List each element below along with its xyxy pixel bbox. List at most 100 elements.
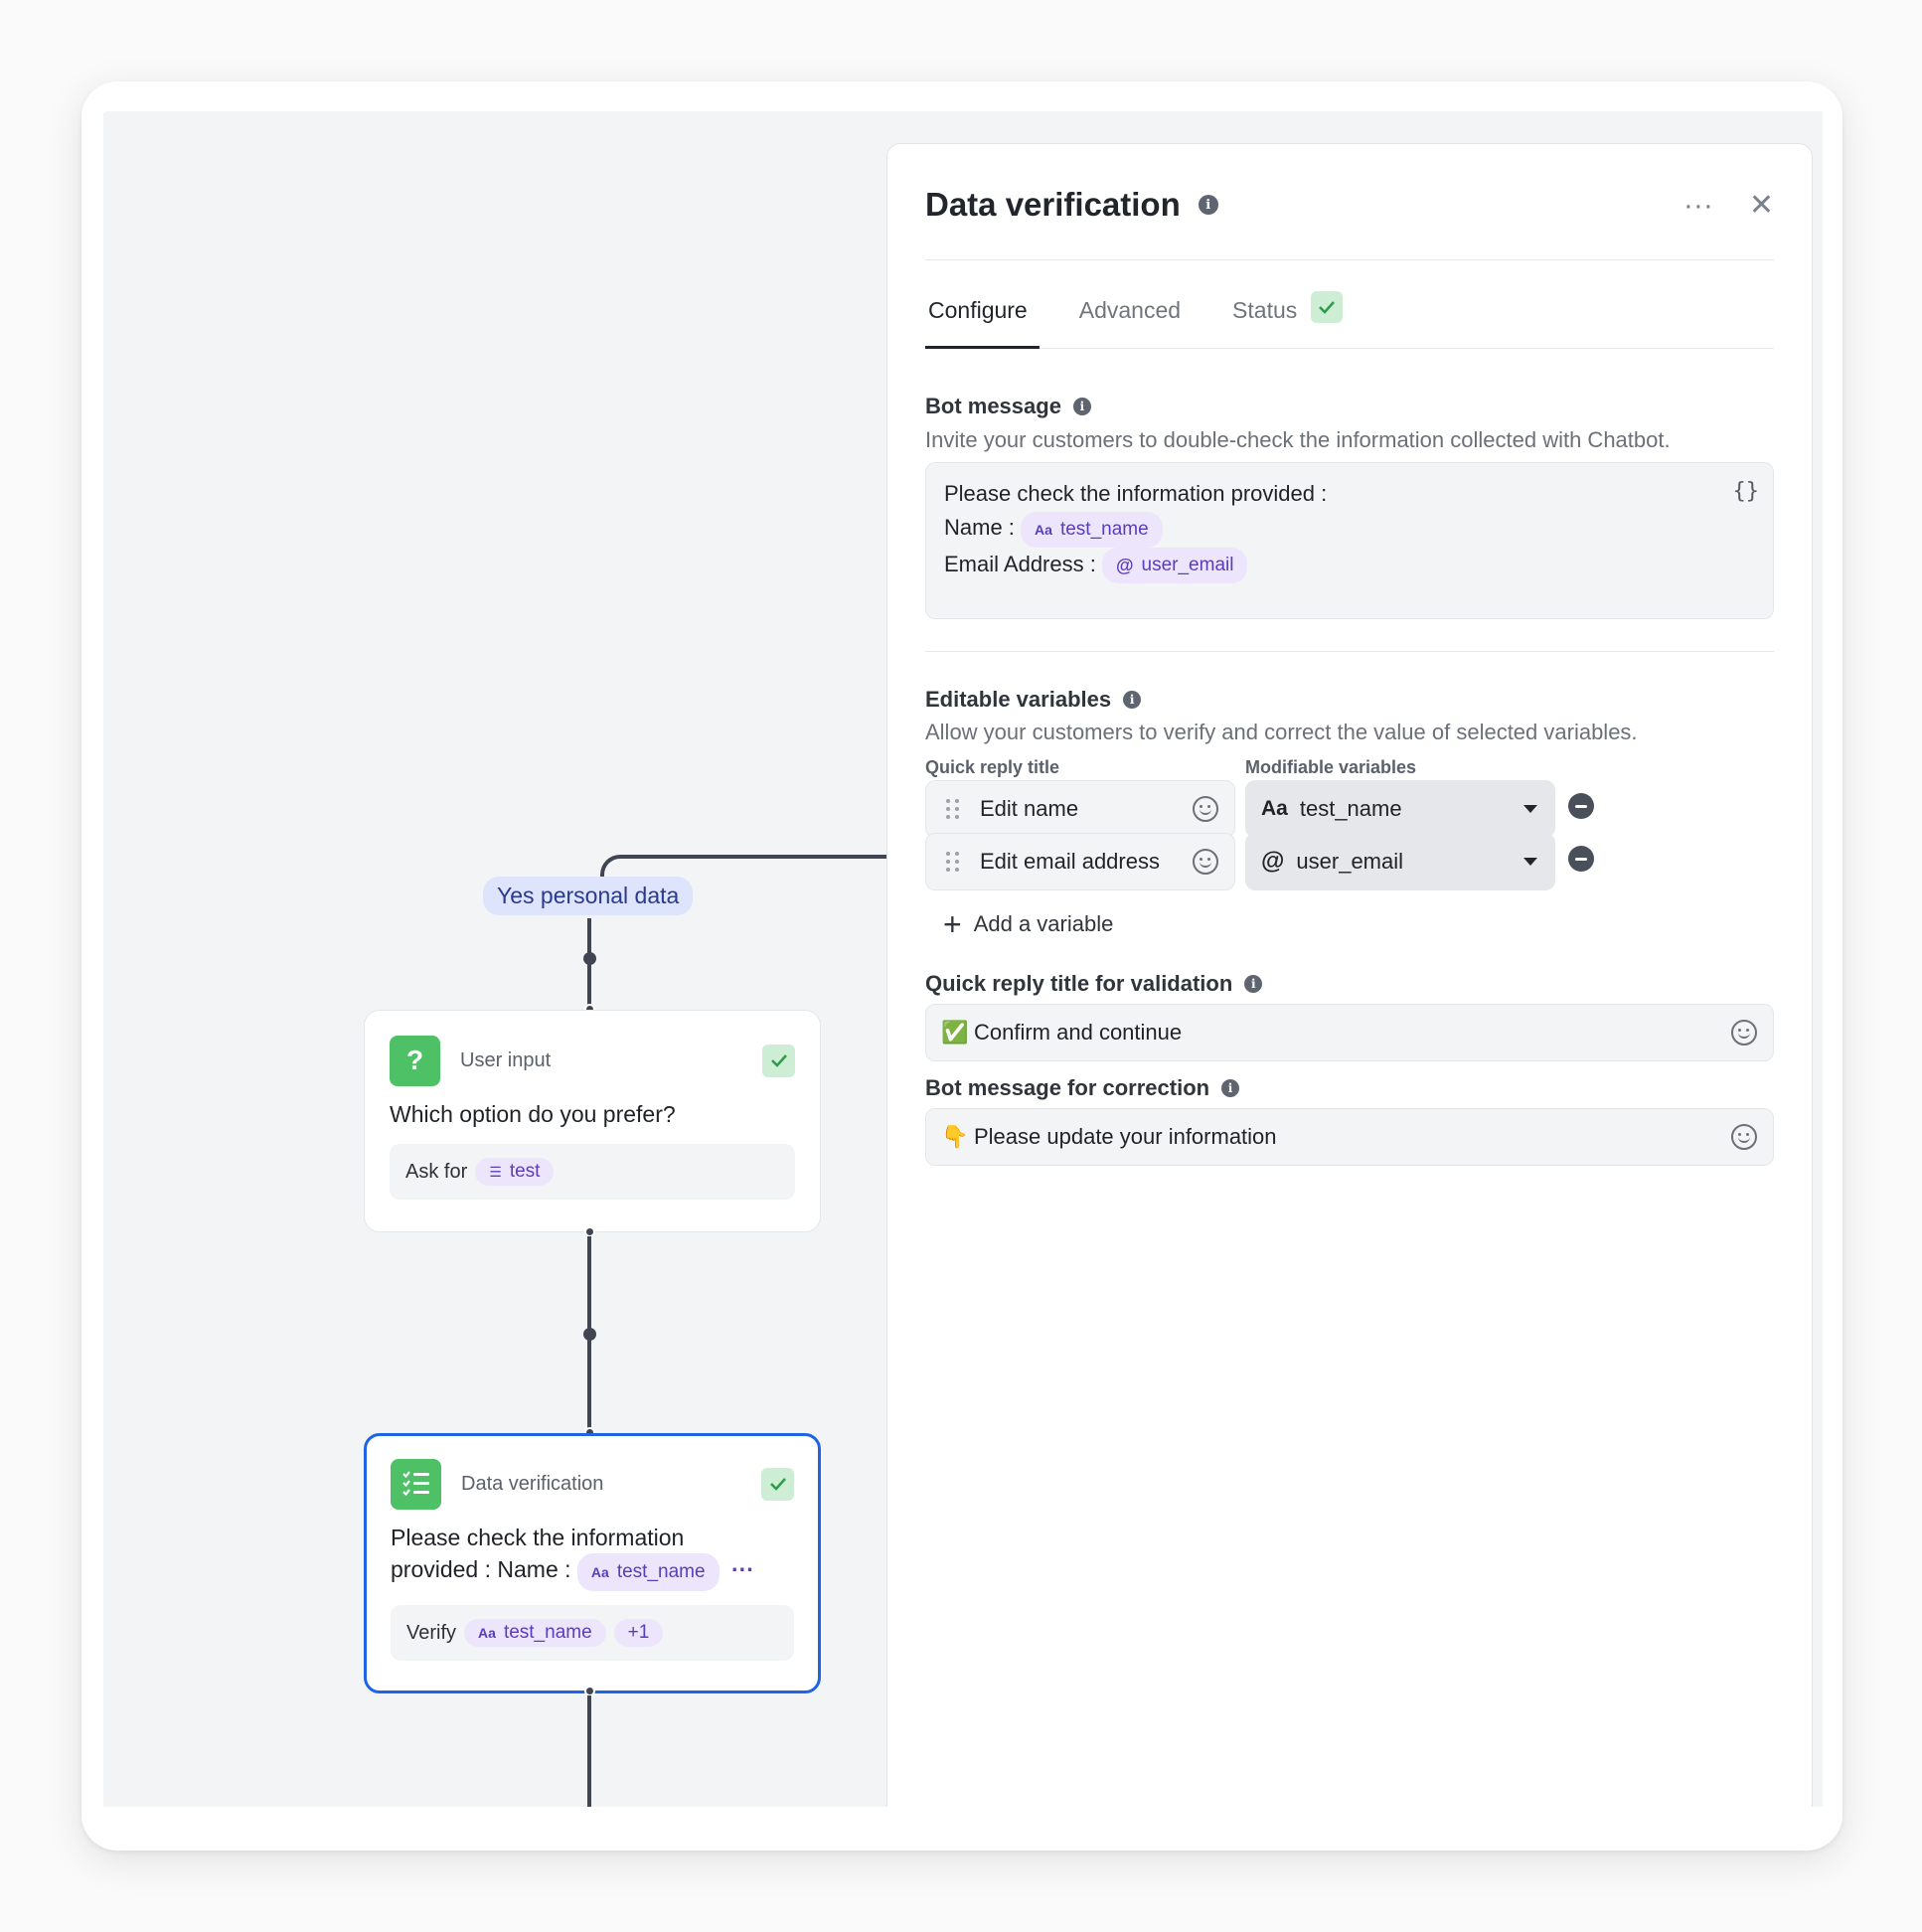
button-label: Add a variable [973,911,1114,936]
pointing-down-emoji: 👇 [941,1124,969,1149]
validation-label: Quick reply title for validation i [925,971,1263,997]
divider [925,259,1774,260]
node-footer: Verify Aa test_name +1 [391,1605,794,1661]
emoji-picker-icon[interactable] [1193,796,1218,822]
correction-label: Bot message for correction i [925,1075,1240,1101]
validation-title-field[interactable]: ✅ Confirm and continue [925,1004,1774,1061]
user-input-node[interactable]: ? User input Which option do you prefer?… [364,1010,821,1232]
list-icon: ☰ [489,1163,502,1180]
close-icon[interactable]: ✕ [1749,188,1774,223]
variable-name: test_name [503,1622,592,1643]
editor-text: Email Address : [944,552,1096,576]
data-verification-node[interactable]: Data verification Please check the infor… [364,1433,821,1693]
info-icon[interactable]: i [1198,195,1218,215]
node-message-text: provided : Name : [391,1556,571,1582]
emoji-picker-icon[interactable] [1193,849,1218,875]
connector-line [587,1340,591,1433]
editor-text: Name : [944,515,1015,540]
info-icon[interactable]: i [1123,691,1142,709]
quick-reply-title-field[interactable]: Edit email address [925,833,1235,890]
variable-chip[interactable]: Aa test_name [464,1619,606,1647]
variable-chip[interactable]: @ user_email [1101,548,1248,583]
remove-variable-button[interactable] [1568,793,1594,819]
bot-message-description: Invite your customers to double-check th… [925,427,1671,452]
label-text: Bot message for correction [925,1075,1210,1100]
variable-chip[interactable]: Aa test_name [1021,512,1163,548]
divider [925,651,1774,652]
ask-for-label: Ask for [405,1160,468,1183]
bot-message-editor[interactable]: Please check the information provided : … [925,462,1774,619]
text-type-icon: Aa [1035,522,1052,538]
modifiable-variables-column-header: Modifiable variables [1245,757,1417,777]
flow-canvas[interactable]: Yes personal data ? User input Which opt… [103,111,1823,1807]
tab-status[interactable]: Status [1232,267,1344,348]
panel-tabs: Configure Advanced Status [925,267,1774,349]
extra-count-badge[interactable]: +1 [613,1619,664,1647]
label-text: Editable variables [925,687,1112,712]
email-type-icon: @ [1115,556,1134,575]
branch-tag[interactable]: Yes personal data [483,877,694,915]
field-value: Edit name [980,796,1079,821]
tab-label: Configure [928,297,1028,323]
variable-name: test_name [1059,519,1149,540]
bot-message-label: Bot message i [925,394,1091,419]
correction-message-field[interactable]: 👇 Please update your information [925,1108,1774,1166]
settings-panel: Data verification i ··· ✕ Configure Adva… [886,143,1813,1807]
variable-select[interactable]: @ user_email [1245,833,1555,890]
text-type-icon: Aa [478,1625,496,1641]
variable-name: test [509,1161,541,1182]
email-type-icon: @ [1261,848,1285,875]
chevron-down-icon [1523,805,1537,813]
emoji-picker-icon[interactable] [1731,1020,1757,1046]
more-ellipsis: ··· [730,1556,754,1582]
field-value: Please update your information [974,1124,1277,1149]
editor-line: Email Address : @ user_email [944,548,1755,583]
editor-line: Name : Aa test_name [944,511,1755,548]
app-window: Yes personal data ? User input Which opt… [81,81,1842,1851]
node-status-check-icon [762,1044,795,1077]
checklist-icon [391,1458,441,1510]
chevron-down-icon [1523,858,1537,866]
drag-handle-icon[interactable] [946,852,960,872]
quick-reply-column-header: Quick reply title [925,757,1060,777]
connector-line [587,1695,591,1807]
emoji-picker-icon[interactable] [1731,1124,1757,1150]
node-message-line: Please check the information [391,1525,685,1550]
node-message: Please check the information provided : … [391,1522,794,1591]
text-type-icon: Aa [590,1564,609,1580]
editor-line: Please check the information provided : [944,481,1328,506]
node-type-label: User input [460,1048,552,1071]
info-icon[interactable]: i [1072,398,1091,415]
quick-reply-title-field[interactable]: Edit name [925,780,1235,838]
panel-title: Data verification [925,186,1181,223]
tab-label: Advanced [1078,297,1182,323]
check-emoji: ✅ [941,1020,969,1045]
variable-name: test_name [616,1561,706,1582]
info-icon[interactable]: i [1221,1079,1240,1097]
add-variable-button[interactable]: + Add a variable [943,906,1114,942]
node-status-check-icon [761,1467,794,1501]
tab-label: Status [1232,297,1298,323]
verify-label: Verify [406,1621,457,1644]
plus-icon: + [943,906,962,942]
field-value: Edit email address [980,849,1160,874]
info-icon[interactable]: i [1244,975,1263,993]
variable-chip[interactable]: Aa test_name [576,1553,720,1591]
variable-select[interactable]: Aa test_name [1245,780,1555,838]
text-type-icon: Aa [1261,797,1288,820]
status-check-icon [1311,291,1344,323]
variable-chip[interactable]: ☰ test [475,1158,555,1186]
field-value: Confirm and continue [974,1020,1183,1045]
tab-configure[interactable]: Configure [925,267,1040,349]
remove-variable-button[interactable] [1568,846,1594,872]
drag-handle-icon[interactable] [946,799,960,819]
select-value: test_name [1299,796,1402,821]
more-options-icon[interactable]: ··· [1683,189,1713,223]
insert-variable-icon[interactable]: {} [1733,475,1760,509]
tab-advanced[interactable]: Advanced [1079,267,1181,348]
node-message-line: provided : Name : Aa test_name ··· [391,1553,794,1591]
node-type-label: Data verification [461,1472,604,1495]
select-value: user_email [1296,849,1404,874]
node-question: Which option do you prefer? [390,1101,676,1127]
panel-title-row: Data verification i [925,186,1218,224]
